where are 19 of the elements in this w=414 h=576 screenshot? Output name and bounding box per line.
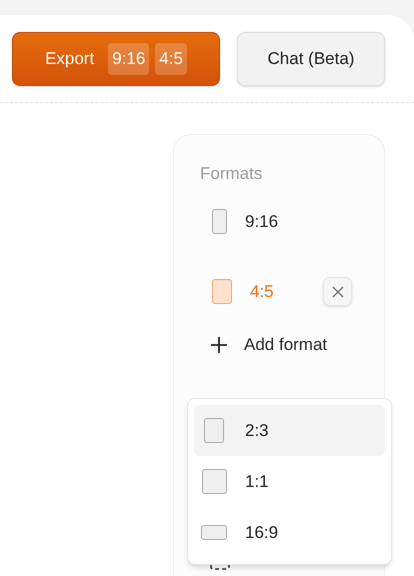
add-format-button[interactable]: Add format (174, 326, 328, 362)
format-badge: 9:16 (108, 43, 150, 75)
plus-icon (210, 336, 228, 354)
format-item[interactable]: 9:16 (174, 186, 384, 256)
menu-item[interactable]: 2:3 (194, 405, 385, 456)
menu-item-label: 1:1 (245, 470, 269, 493)
format-badge: 4:5 (155, 43, 187, 75)
menu-item-label: 16:9 (245, 522, 278, 544)
aspect-ratio-icon (202, 469, 226, 494)
aspect-ratio-icon (204, 418, 224, 443)
export-button[interactable]: Export 9:16 4:5 (12, 32, 220, 86)
panel-title: Formats (200, 163, 264, 185)
menu-item-label: 2:3 (245, 420, 269, 442)
remove-button[interactable] (323, 277, 352, 306)
chat-button[interactable]: Chat (Beta) (237, 32, 385, 86)
aspect-ratio-icon (201, 525, 227, 540)
menu-item[interactable]: 16:9 (194, 507, 385, 558)
menu-item[interactable]: 1:1 (194, 456, 385, 507)
close-icon (332, 286, 344, 298)
